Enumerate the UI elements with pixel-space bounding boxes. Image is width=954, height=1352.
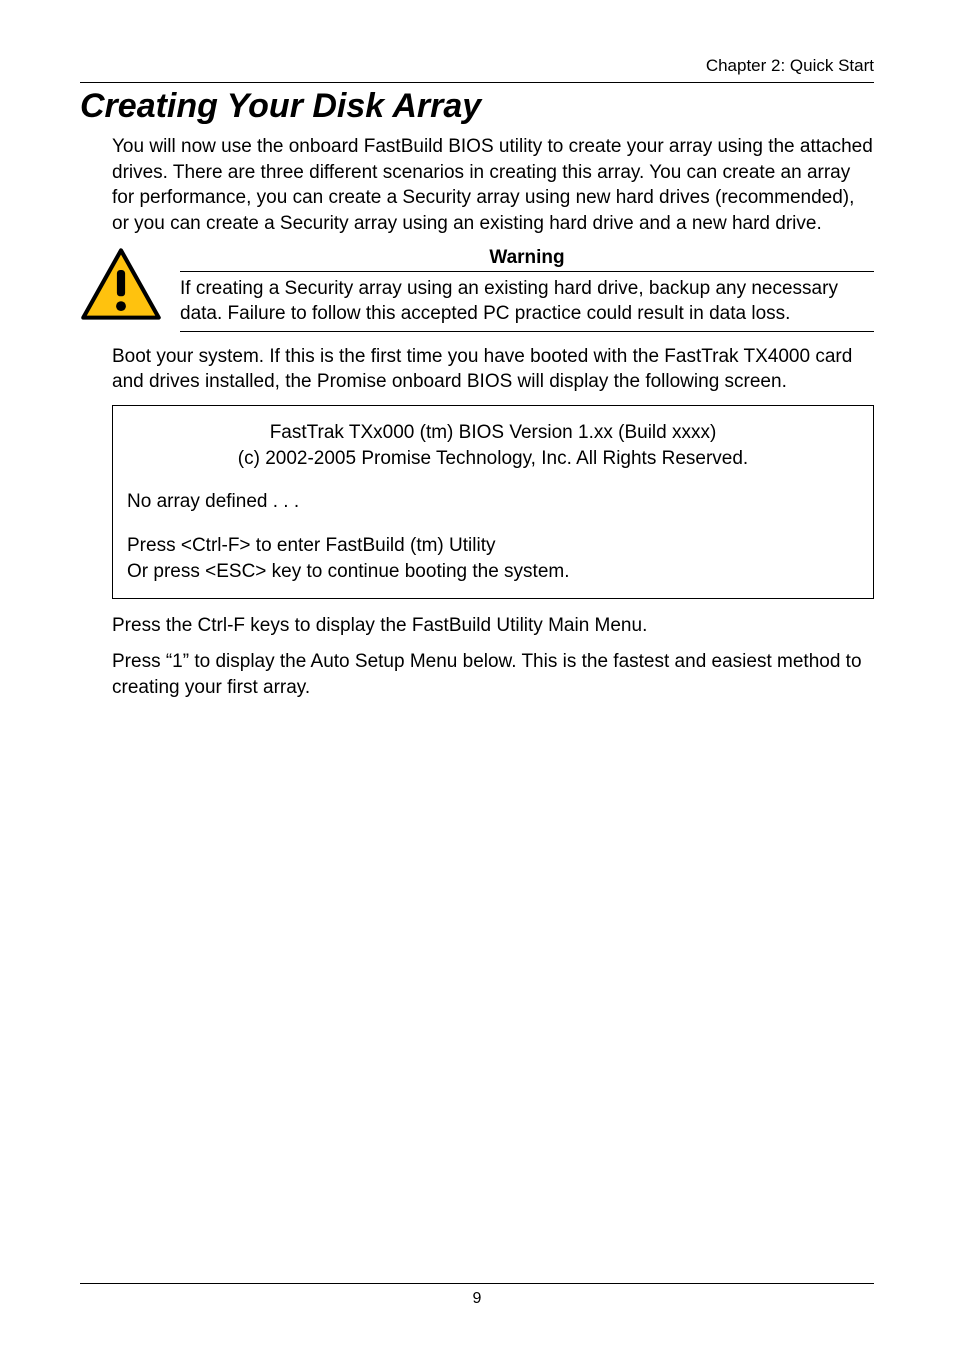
warning-body: If creating a Security array using an ex… — [180, 272, 874, 331]
bios-no-array: No array defined . . . — [127, 489, 859, 515]
after-warning-paragraph: Boot your system. If this is the first t… — [112, 344, 874, 395]
bios-line-1: FastTrak TXx000 (tm) BIOS Version 1.xx (… — [127, 420, 859, 446]
warning-title: Warning — [180, 247, 874, 269]
warning-rule-bottom — [180, 331, 874, 332]
warning-callout: Warning If creating a Security array usi… — [80, 247, 874, 332]
warning-box: Warning If creating a Security array usi… — [180, 247, 874, 332]
header-rule — [80, 82, 874, 83]
warning-triangle-icon — [80, 247, 162, 326]
bios-screen: FastTrak TXx000 (tm) BIOS Version 1.xx (… — [112, 405, 874, 599]
page-number: 9 — [80, 1290, 874, 1308]
bios-press-esc: Or press <ESC> key to continue booting t… — [127, 559, 859, 585]
footer-rule — [80, 1283, 874, 1284]
bios-line-2: (c) 2002-2005 Promise Technology, Inc. A… — [127, 446, 859, 472]
after-bios-paragraph-1: Press the Ctrl-F keys to display the Fas… — [112, 613, 874, 639]
page-footer: 9 — [80, 1283, 874, 1308]
chapter-label: Chapter 2: Quick Start — [706, 56, 874, 76]
after-bios-paragraph-2: Press “1” to display the Auto Setup Menu… — [112, 649, 874, 700]
bios-press-ctrlf: Press <Ctrl-F> to enter FastBuild (tm) U… — [127, 533, 859, 559]
page-header: Chapter 2: Quick Start — [80, 56, 874, 76]
page-title: Creating Your Disk Array — [80, 87, 874, 126]
intro-paragraph: You will now use the onboard FastBuild B… — [112, 134, 874, 237]
